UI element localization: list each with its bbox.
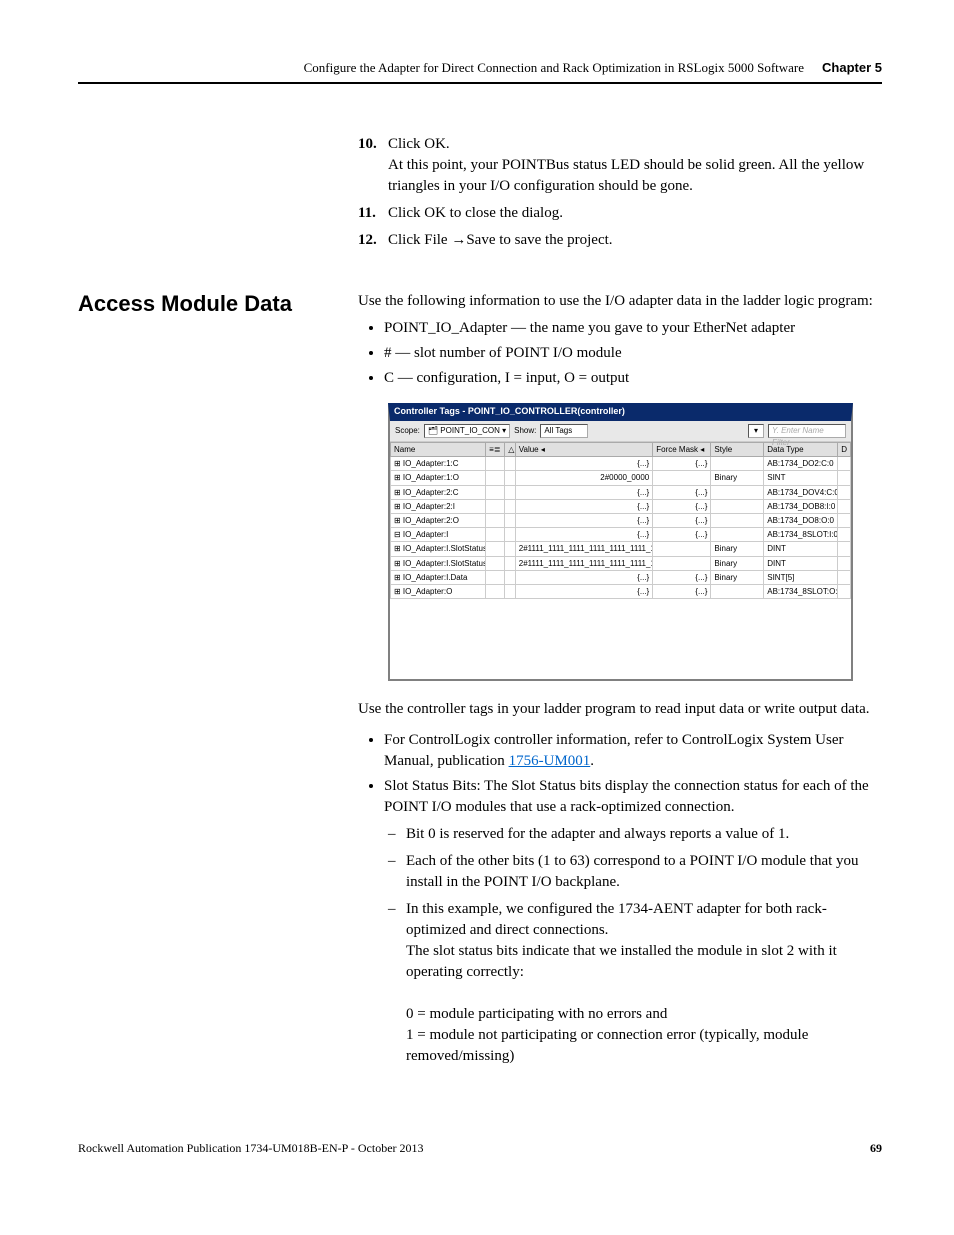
table-row[interactable]: ⊞ IO_Adapter:I.SlotStatusBi...2#1111_111…: [391, 542, 851, 556]
step-10: 10. Click OK. At this point, your POINTB…: [358, 134, 882, 197]
page-footer: Rockwell Automation Publication 1734-UM0…: [78, 1141, 882, 1156]
header-title: Configure the Adapter for Direct Connect…: [304, 60, 804, 76]
publication-link[interactable]: 1756-UM001: [509, 753, 591, 769]
col-style[interactable]: Style: [711, 443, 764, 457]
name-filter-input[interactable]: Y. Enter Name Filter: [768, 424, 846, 438]
table-row[interactable]: ⊞ IO_Adapter:2:C{...}{...}AB:1734_DOV4:C…: [391, 485, 851, 499]
scope-dropdown[interactable]: 🗂 POINT_IO_CON ▾: [424, 424, 510, 438]
section-heading: Access Module Data: [78, 291, 358, 1081]
show-field[interactable]: All Tags: [540, 424, 588, 438]
table-row[interactable]: ⊟ IO_Adapter:I{...}{...}AB:1734_8SLOT:I:…: [391, 528, 851, 542]
col-type[interactable]: Data Type: [764, 443, 838, 457]
col-tri[interactable]: △: [505, 443, 516, 457]
step-11: 11. Click OK to close the dialog.: [358, 203, 882, 224]
bullet-slot-status: Slot Status Bits: The Slot Status bits d…: [384, 776, 882, 1067]
scope-label: Scope:: [395, 425, 420, 436]
table-header-row: Name ≡≣ △ Value ◂ Force Mask ◂ Style Dat…: [391, 443, 851, 457]
page-header: Configure the Adapter for Direct Connect…: [78, 60, 882, 84]
table-row[interactable]: ⊞ IO_Adapter:O{...}{...}AB:1734_8SLOT:O:…: [391, 584, 851, 598]
after-screenshot-text: Use the controller tags in your ladder p…: [358, 699, 882, 720]
show-label: Show:: [514, 425, 536, 436]
intro-bullets: POINT_IO_Adapter — the name you gave to …: [358, 318, 882, 389]
table-row[interactable]: ⊞ IO_Adapter:2:O{...}{...}AB:1734_DO8:O:…: [391, 513, 851, 527]
table-row[interactable]: ⊞ IO_Adapter:2:I{...}{...}AB:1734_DOB8:I…: [391, 499, 851, 513]
table-row[interactable]: ⊞ IO_Adapter:1:O2#0000_0000BinarySINT: [391, 471, 851, 485]
step-12: 12. Click File →Save to save the project…: [358, 230, 882, 251]
col-sort[interactable]: ≡≣: [486, 443, 505, 457]
page-number: 69: [870, 1141, 882, 1156]
col-name[interactable]: Name: [391, 443, 486, 457]
window-title: Controller Tags - POINT_IO_CONTROLLER(co…: [394, 405, 625, 418]
publication-info: Rockwell Automation Publication 1734-UM0…: [78, 1141, 424, 1156]
col-value[interactable]: Value ◂: [515, 443, 652, 457]
table-row[interactable]: ⊞ IO_Adapter:1:C{...}{...}AB:1734_DO2:C:…: [391, 457, 851, 471]
col-force[interactable]: Force Mask ◂: [653, 443, 711, 457]
table-row[interactable]: ⊞ IO_Adapter:I.Data{...}{...}BinarySINT[…: [391, 570, 851, 584]
step-list: 10. Click OK. At this point, your POINTB…: [358, 134, 882, 251]
controller-tags-screenshot: Controller Tags - POINT_IO_CONTROLLER(co…: [388, 403, 853, 681]
table-row[interactable]: ⊞ IO_Adapter:I.SlotStatusBi...2#1111_111…: [391, 556, 851, 570]
bullet-controllogix: For ControlLogix controller information,…: [384, 730, 882, 772]
screenshot-toolbar: Scope: 🗂 POINT_IO_CON ▾ Show: All Tags ▾…: [390, 421, 851, 442]
col-d[interactable]: D: [838, 443, 851, 457]
show-dropdown-arrow[interactable]: ▾: [748, 424, 764, 438]
detail-bullets: For ControlLogix controller information,…: [358, 730, 882, 1067]
table-empty-area: [390, 599, 851, 679]
section-intro: Use the following information to use the…: [358, 291, 882, 312]
chapter-label: Chapter 5: [822, 60, 882, 75]
tags-table: Name ≡≣ △ Value ◂ Force Mask ◂ Style Dat…: [390, 442, 851, 599]
